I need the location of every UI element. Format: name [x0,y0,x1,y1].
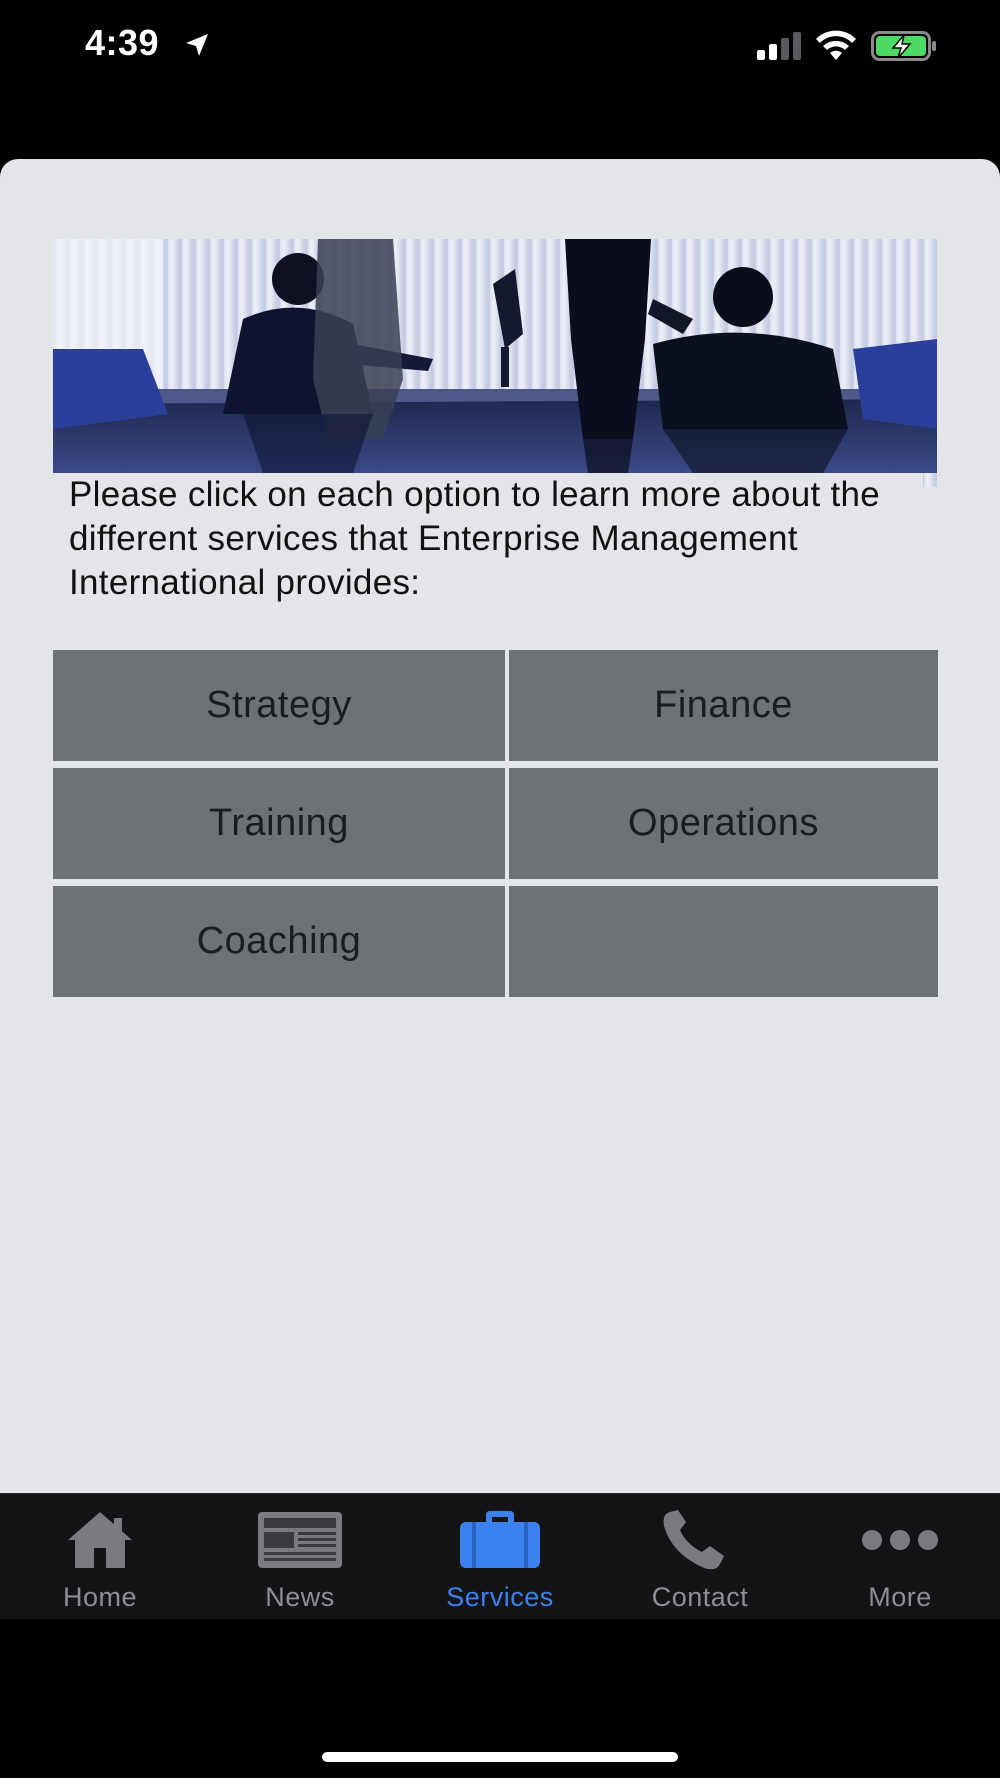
location-arrow-icon [186,34,208,56]
cellular-signal-icon [757,32,801,60]
status-time: 4:39 [85,22,160,63]
more-dots-icon [862,1530,938,1550]
operations-button[interactable]: Operations [509,768,938,879]
tab-bar: Home News Services Contact More [0,1493,1000,1619]
tab-contact[interactable]: Contact [600,1494,800,1619]
newspaper-icon [258,1512,342,1568]
business-meeting-banner [53,239,937,487]
tab-home[interactable]: Home [0,1494,200,1619]
home-icon [68,1512,132,1568]
intro-text: Please click on each option to learn mor… [69,475,881,602]
wifi-icon [816,30,856,60]
training-button[interactable]: Training [53,768,505,879]
tab-news[interactable]: News [200,1494,400,1619]
coaching-button[interactable]: Coaching [53,886,505,997]
briefcase-icon [460,1511,540,1568]
content-sheet: Please click on each option to learn mor… [0,159,1000,1493]
phone-icon [663,1510,724,1570]
status-bar: 4:39 [0,0,1000,95]
tab-contact-label: Contact [651,1582,749,1612]
battery-charging-icon [871,31,936,61]
home-indicator[interactable] [322,1752,678,1762]
tab-services-label: Services [446,1582,554,1612]
finance-button[interactable]: Finance [509,650,938,761]
tab-services[interactable]: Services [400,1494,600,1619]
tab-more-label: More [868,1582,932,1612]
strategy-button[interactable]: Strategy [53,650,505,761]
tab-more[interactable]: More [800,1494,1000,1619]
empty-service-cell [509,886,938,997]
tab-news-label: News [265,1582,335,1612]
tab-home-label: Home [62,1582,138,1612]
